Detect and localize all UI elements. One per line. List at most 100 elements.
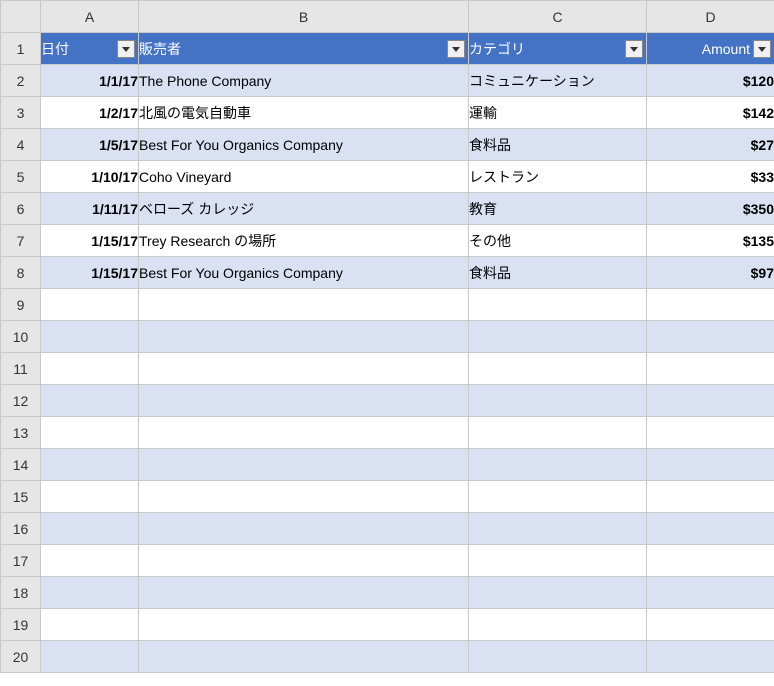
- cell-C5[interactable]: レストラン: [469, 161, 647, 193]
- cell-A16[interactable]: [41, 513, 139, 545]
- cell-D13[interactable]: [647, 417, 774, 449]
- col-header-A[interactable]: A: [41, 1, 139, 33]
- cell-A3[interactable]: 1/2/17: [41, 97, 139, 129]
- cell-A7[interactable]: 1/15/17: [41, 225, 139, 257]
- cell-B5[interactable]: Coho Vineyard: [139, 161, 469, 193]
- row-header-6[interactable]: 6: [1, 193, 41, 225]
- cell-A17[interactable]: [41, 545, 139, 577]
- row-header-14[interactable]: 14: [1, 449, 41, 481]
- cell-C15[interactable]: [469, 481, 647, 513]
- cell-D15[interactable]: [647, 481, 774, 513]
- cell-D11[interactable]: [647, 353, 774, 385]
- cell-B17[interactable]: [139, 545, 469, 577]
- cell-A14[interactable]: [41, 449, 139, 481]
- table-header-C[interactable]: カテゴリ: [469, 33, 647, 65]
- cell-B10[interactable]: [139, 321, 469, 353]
- cell-D2[interactable]: $120: [647, 65, 774, 97]
- cell-D6[interactable]: $350: [647, 193, 774, 225]
- cell-C2[interactable]: コミュニケーション: [469, 65, 647, 97]
- cell-D3[interactable]: $142: [647, 97, 774, 129]
- cell-B9[interactable]: [139, 289, 469, 321]
- row-header-8[interactable]: 8: [1, 257, 41, 289]
- cell-A5[interactable]: 1/10/17: [41, 161, 139, 193]
- cell-B15[interactable]: [139, 481, 469, 513]
- row-header-16[interactable]: 16: [1, 513, 41, 545]
- col-header-B[interactable]: B: [139, 1, 469, 33]
- cell-B18[interactable]: [139, 577, 469, 609]
- cell-D10[interactable]: [647, 321, 774, 353]
- cell-C11[interactable]: [469, 353, 647, 385]
- cell-A11[interactable]: [41, 353, 139, 385]
- cell-B8[interactable]: Best For You Organics Company: [139, 257, 469, 289]
- row-header-13[interactable]: 13: [1, 417, 41, 449]
- cell-B19[interactable]: [139, 609, 469, 641]
- row-header-20[interactable]: 20: [1, 641, 41, 673]
- cell-B7[interactable]: Trey Research の場所: [139, 225, 469, 257]
- filter-button-B[interactable]: [447, 40, 465, 58]
- row-header-5[interactable]: 5: [1, 161, 41, 193]
- cell-B12[interactable]: [139, 385, 469, 417]
- select-all-corner[interactable]: [1, 1, 41, 33]
- cell-B20[interactable]: [139, 641, 469, 673]
- cell-D4[interactable]: $27: [647, 129, 774, 161]
- cell-C13[interactable]: [469, 417, 647, 449]
- row-header-18[interactable]: 18: [1, 577, 41, 609]
- cell-A13[interactable]: [41, 417, 139, 449]
- cell-D9[interactable]: [647, 289, 774, 321]
- row-header-4[interactable]: 4: [1, 129, 41, 161]
- filter-button-D[interactable]: [753, 40, 771, 58]
- cell-A18[interactable]: [41, 577, 139, 609]
- cell-C16[interactable]: [469, 513, 647, 545]
- cell-C9[interactable]: [469, 289, 647, 321]
- row-header-17[interactable]: 17: [1, 545, 41, 577]
- cell-A9[interactable]: [41, 289, 139, 321]
- cell-D20[interactable]: [647, 641, 774, 673]
- row-header-3[interactable]: 3: [1, 97, 41, 129]
- cell-C17[interactable]: [469, 545, 647, 577]
- cell-C19[interactable]: [469, 609, 647, 641]
- row-header-15[interactable]: 15: [1, 481, 41, 513]
- row-header-11[interactable]: 11: [1, 353, 41, 385]
- row-header-1[interactable]: 1: [1, 33, 41, 65]
- cell-B4[interactable]: Best For You Organics Company: [139, 129, 469, 161]
- cell-D16[interactable]: [647, 513, 774, 545]
- cell-D17[interactable]: [647, 545, 774, 577]
- col-header-D[interactable]: D: [647, 1, 774, 33]
- cell-C7[interactable]: その他: [469, 225, 647, 257]
- row-header-9[interactable]: 9: [1, 289, 41, 321]
- cell-C12[interactable]: [469, 385, 647, 417]
- cell-B3[interactable]: 北風の電気自動車: [139, 97, 469, 129]
- cell-B13[interactable]: [139, 417, 469, 449]
- row-header-12[interactable]: 12: [1, 385, 41, 417]
- cell-C8[interactable]: 食料品: [469, 257, 647, 289]
- cell-D7[interactable]: $135: [647, 225, 774, 257]
- filter-button-C[interactable]: [625, 40, 643, 58]
- row-header-19[interactable]: 19: [1, 609, 41, 641]
- cell-B16[interactable]: [139, 513, 469, 545]
- table-header-A[interactable]: 日付: [41, 33, 139, 65]
- cell-A19[interactable]: [41, 609, 139, 641]
- cell-D19[interactable]: [647, 609, 774, 641]
- spreadsheet-grid[interactable]: A B C D 1日付販売者カテゴリAmount21/1/17The Phone…: [0, 0, 774, 673]
- table-header-B[interactable]: 販売者: [139, 33, 469, 65]
- cell-C10[interactable]: [469, 321, 647, 353]
- cell-C20[interactable]: [469, 641, 647, 673]
- cell-A15[interactable]: [41, 481, 139, 513]
- cell-A12[interactable]: [41, 385, 139, 417]
- cell-C14[interactable]: [469, 449, 647, 481]
- cell-A2[interactable]: 1/1/17: [41, 65, 139, 97]
- col-header-C[interactable]: C: [469, 1, 647, 33]
- cell-C4[interactable]: 食料品: [469, 129, 647, 161]
- cell-D5[interactable]: $33: [647, 161, 774, 193]
- cell-C3[interactable]: 運輸: [469, 97, 647, 129]
- cell-B11[interactable]: [139, 353, 469, 385]
- cell-A6[interactable]: 1/11/17: [41, 193, 139, 225]
- cell-D8[interactable]: $97: [647, 257, 774, 289]
- cell-D14[interactable]: [647, 449, 774, 481]
- row-header-10[interactable]: 10: [1, 321, 41, 353]
- row-header-7[interactable]: 7: [1, 225, 41, 257]
- cell-C6[interactable]: 教育: [469, 193, 647, 225]
- table-header-D[interactable]: Amount: [647, 33, 774, 65]
- row-header-2[interactable]: 2: [1, 65, 41, 97]
- filter-button-A[interactable]: [117, 40, 135, 58]
